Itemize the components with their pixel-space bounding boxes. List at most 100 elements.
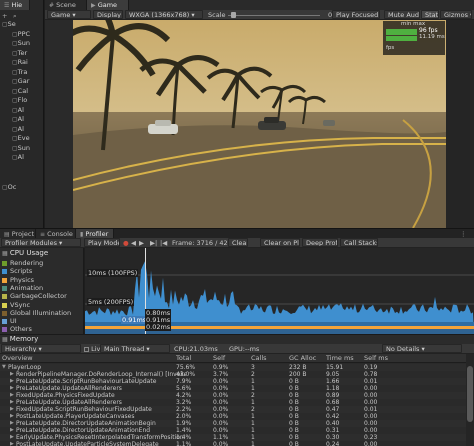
memory-module[interactable]: ▦ Memory [0, 334, 474, 344]
expand-right-icon[interactable]: ▶ [10, 371, 16, 378]
profiler-modules-dropdown[interactable]: Profiler Modules ▾ [1, 238, 81, 247]
mute-audio-toggle[interactable]: Mute Audio [384, 10, 420, 19]
expand-down-icon[interactable]: ▼ [2, 364, 8, 371]
details-dropdown[interactable]: No Details ▾ [382, 344, 462, 353]
cell-calls: 1 [251, 399, 255, 406]
call-stacks-dropdown[interactable]: Call Stacks [340, 238, 378, 247]
column-header[interactable]: Total [176, 354, 212, 362]
thread-dropdown[interactable]: Main Thread ▾ [100, 344, 170, 353]
cpu-module[interactable]: ▦ CPU Usage Rendering Scripts Physics Anima… [0, 248, 84, 334]
table-scrollbar[interactable] [466, 354, 474, 446]
cpu-chart[interactable]: 10ms (100FPS) 5ms (200FPS) 0.91ms 0.80ms… [85, 248, 474, 334]
search-icon[interactable]: ⌕ [13, 12, 21, 20]
cell-gc: 0 B [289, 385, 299, 392]
clear-button[interactable]: Clear [228, 238, 248, 247]
cell-self: 0.0% [213, 427, 229, 434]
scale-slider-handle[interactable] [231, 12, 236, 18]
column-header[interactable]: GC Alloc [289, 354, 325, 362]
legend-item[interactable]: Others [2, 325, 32, 333]
resolution-dropdown[interactable]: WXGA (1366x768) ▾ [125, 10, 203, 19]
expand-right-icon[interactable]: ▶ [10, 420, 16, 427]
legend-item[interactable]: GarbageCollector [2, 292, 67, 300]
cell-gc: 0 B [289, 441, 299, 446]
gizmos-dropdown[interactable]: Gizmos ▾ [440, 10, 472, 19]
add-icon[interactable]: + [2, 12, 10, 20]
expand-right-icon[interactable]: ▶ [10, 385, 16, 392]
expand-right-icon[interactable]: ▶ [10, 427, 16, 434]
hierarchy-item-label: Flo [17, 96, 28, 104]
table-row[interactable]: PreLateUpdate.DirectorUpdateAnimationBeg… [0, 420, 466, 427]
hierarchy-item[interactable]: ▢ Se [2, 20, 44, 29]
list-icon: ☰ [4, 2, 10, 9]
legend-item[interactable]: VSync [2, 301, 30, 309]
table-row[interactable]: PostLateUpdate.UpdateParticleSystemDeleg… [0, 441, 466, 446]
expand-right-icon[interactable]: ▶ [10, 434, 16, 441]
expand-right-icon[interactable]: ▶ [10, 392, 16, 399]
table-row[interactable]: PreLateUpdate.UpdateAllRenderers 3.2% 0.0%… [0, 399, 466, 406]
fps-overlay-ms: 11.19 ms [419, 34, 445, 40]
legend-item[interactable]: Animation [2, 284, 43, 292]
tab-project-label: Project [11, 230, 34, 238]
legend-item[interactable]: Rendering [2, 259, 43, 267]
legend-swatch [2, 294, 7, 300]
tab-game[interactable]: ▶ Game [87, 0, 129, 10]
record-icon[interactable]: ● [123, 239, 129, 247]
cell-selfms: 0.78 [364, 371, 378, 378]
step-back-icon[interactable]: ◀ [131, 239, 136, 247]
gpu-time: GPU:--ms [229, 345, 260, 353]
legend-item[interactable]: Scripts [2, 267, 32, 275]
hierarchy-item[interactable]: ▢ Oc [2, 183, 44, 192]
column-header[interactable]: Self [213, 354, 249, 362]
live-checkbox[interactable] [84, 347, 89, 352]
table-row[interactable]: FixedUpdate.PhysicsFixedUpdate 4.2% 0.0% 2 0… [0, 392, 466, 399]
tab-scene[interactable]: # Scene [45, 0, 87, 10]
column-header[interactable]: Self ms [364, 354, 400, 362]
legend-item[interactable]: UI [2, 317, 17, 325]
deep-profile-toggle[interactable]: Deep Profile [302, 238, 338, 247]
step-next-icon[interactable]: ▶| [150, 239, 157, 247]
game-view-dropdown[interactable]: Game ▾ [47, 10, 91, 19]
column-header[interactable]: Calls [251, 354, 287, 362]
cell-calls: 1 [251, 420, 255, 427]
scale-slider-track[interactable] [228, 15, 320, 16]
table-row[interactable]: PlayerLoop 75.6% 0.9% 3 232 B 15.91 0.19 ▼ [0, 364, 466, 371]
display-dropdown[interactable]: Display 1 [93, 10, 123, 19]
hierarchy-item-label: Sun [17, 143, 31, 152]
play-mode-dropdown[interactable]: Play Mode ▾ [84, 238, 120, 247]
expand-right-icon[interactable]: ▶ [10, 406, 16, 413]
table-row[interactable]: RenderPipelineManager.DoRenderLoop_Inter… [0, 371, 466, 378]
expand-right-icon[interactable]: ▶ [10, 399, 16, 406]
step-forward-icon[interactable]: ▶ [139, 239, 144, 247]
table-row[interactable]: PreLateUpdate.UpdateAllRenderers 5.6% 0.0%… [0, 385, 466, 392]
table-row[interactable]: PostLateUpdate.PlayerUpdateCanvases 2.0% 0… [0, 413, 466, 420]
cell-total: 75.6% [176, 364, 196, 371]
table-row[interactable]: PreLateUpdate.ScriptRunBehaviourLateUpda… [0, 378, 466, 385]
clear-on-play-toggle[interactable]: Clear on Play [260, 238, 300, 247]
cell-time: 0.31 [326, 427, 340, 434]
cell-name: PreLateUpdate.DirectorUpdateAnimationEnd [16, 427, 151, 434]
details-label: No Details [386, 345, 420, 353]
cell-total: 2.2% [176, 406, 192, 413]
expand-right-icon[interactable]: ▶ [10, 413, 16, 420]
expand-right-icon[interactable]: ▶ [10, 441, 16, 446]
legend-label: Animation [10, 283, 44, 292]
play-focused-dropdown[interactable]: Play Focused ▾ [332, 10, 380, 19]
tab-hierarchy[interactable]: ☰ Hie [0, 0, 30, 10]
table-scrollbar-thumb[interactable] [467, 366, 473, 422]
table-row[interactable]: EarlyUpdate.PhysicsResetInterpolatedTran… [0, 434, 466, 441]
table-row[interactable]: PreLateUpdate.DirectorUpdateAnimationEnd… [0, 427, 466, 434]
hierarchy-item-label: Oc [7, 182, 17, 191]
step-prev-icon[interactable]: |◀ [160, 239, 167, 247]
label-091a: 0.91ms [121, 316, 148, 324]
column-header[interactable]: Overview [2, 354, 172, 362]
legend-item[interactable]: Global Illumination [2, 309, 71, 317]
view-dropdown[interactable]: Hierarchy ▾ [1, 344, 81, 353]
column-header[interactable]: Time ms [326, 354, 362, 362]
table-row[interactable]: FixedUpdate.ScriptRunBehaviourFixedUpdat… [0, 406, 466, 413]
expand-right-icon[interactable]: ▶ [10, 378, 16, 385]
legend-item[interactable]: Physics [2, 276, 34, 284]
cell-gc: 0 B [289, 427, 299, 434]
gizmos-label: Gizmos [444, 11, 468, 19]
play-mode-label: Play Mode [88, 239, 120, 247]
stats-toggle[interactable]: Stats [421, 10, 439, 19]
